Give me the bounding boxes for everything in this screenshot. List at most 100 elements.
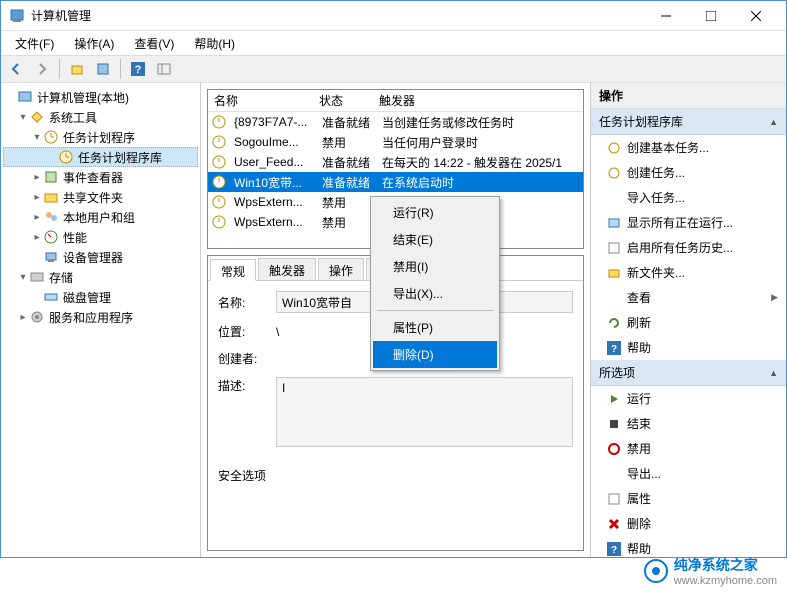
- toolbar-separator: [120, 59, 121, 79]
- view-icon: [607, 291, 621, 305]
- close-button[interactable]: [733, 2, 778, 30]
- action-show-running[interactable]: 显示所有正在运行...: [591, 210, 786, 235]
- menu-help[interactable]: 帮助(H): [186, 32, 243, 55]
- tree-root[interactable]: 计算机管理(本地): [3, 87, 198, 107]
- task-icon: [607, 141, 621, 155]
- tree-shared-folders[interactable]: ▸共享文件夹: [3, 187, 198, 207]
- navigation-tree[interactable]: 计算机管理(本地) ▾系统工具 ▾任务计划程序 任务计划程序库 ▸事件查看器 ▸…: [1, 83, 201, 557]
- clock-icon: [212, 195, 226, 209]
- actions-section-library[interactable]: 任务计划程序库▲: [591, 109, 786, 135]
- collapse-icon[interactable]: ▲: [769, 117, 778, 127]
- col-header-status[interactable]: 状态: [313, 90, 373, 111]
- action-create[interactable]: 创建任务...: [591, 160, 786, 185]
- svg-text:?: ?: [611, 344, 617, 355]
- action-disable[interactable]: 禁用: [591, 436, 786, 461]
- col-header-name[interactable]: 名称: [208, 90, 313, 111]
- tab-general[interactable]: 常规: [210, 259, 256, 281]
- chevron-right-icon: ▶: [771, 292, 778, 303]
- action-import[interactable]: 导入任务...: [591, 185, 786, 210]
- action-properties[interactable]: 属性: [591, 486, 786, 511]
- action-refresh[interactable]: 刷新: [591, 310, 786, 335]
- tree-device-manager[interactable]: 设备管理器: [3, 247, 198, 267]
- menu-view[interactable]: 查看(V): [126, 32, 182, 55]
- svg-text:?: ?: [135, 64, 142, 76]
- up-button[interactable]: [66, 58, 88, 80]
- play-icon: [607, 392, 621, 406]
- refresh-icon: [607, 316, 621, 330]
- action-create-basic[interactable]: 创建基本任务...: [591, 135, 786, 160]
- tree-task-scheduler[interactable]: ▾任务计划程序: [3, 127, 198, 147]
- tree-disk-management[interactable]: 磁盘管理: [3, 287, 198, 307]
- col-header-trigger[interactable]: 触发器: [373, 90, 583, 111]
- help-icon: ?: [607, 542, 621, 556]
- task-row[interactable]: {8973F7A7-...准备就绪当创建任务或修改任务时: [208, 112, 583, 132]
- action-help2[interactable]: ?帮助: [591, 536, 786, 557]
- export-icon: [607, 467, 621, 481]
- ctx-delete[interactable]: 删除(D): [373, 341, 497, 368]
- folder-icon: [607, 266, 621, 280]
- pane-button[interactable]: [153, 58, 175, 80]
- label-location: 位置:: [218, 323, 268, 340]
- clock-icon: [212, 155, 226, 169]
- menu-file[interactable]: 文件(F): [7, 32, 62, 55]
- tree-system-tools[interactable]: ▾系统工具: [3, 107, 198, 127]
- ctx-properties[interactable]: 属性(P): [373, 314, 497, 341]
- action-help[interactable]: ?帮助: [591, 335, 786, 360]
- action-enable-history[interactable]: 启用所有任务历史...: [591, 235, 786, 260]
- import-icon: [607, 191, 621, 205]
- clock-icon: [212, 175, 226, 189]
- tree-services-apps[interactable]: ▸服务和应用程序: [3, 307, 198, 327]
- menu-action[interactable]: 操作(A): [66, 32, 122, 55]
- ctx-run[interactable]: 运行(R): [373, 199, 497, 226]
- context-menu: 运行(R) 结束(E) 禁用(I) 导出(X)... 属性(P) 删除(D): [370, 196, 500, 371]
- label-name: 名称:: [218, 294, 268, 311]
- task-row-selected[interactable]: Win10宽带...准备就绪在系统启动时: [208, 172, 583, 192]
- ctx-separator: [377, 310, 493, 311]
- action-export[interactable]: 导出...: [591, 461, 786, 486]
- tree-scheduler-library[interactable]: 任务计划程序库: [3, 147, 198, 167]
- task-row[interactable]: SogouIme...禁用当任何用户登录时: [208, 132, 583, 152]
- toolbar-separator: [59, 59, 60, 79]
- nav-back-button[interactable]: [5, 58, 27, 80]
- help-button[interactable]: ?: [127, 58, 149, 80]
- ctx-disable[interactable]: 禁用(I): [373, 253, 497, 280]
- task-row[interactable]: User_Feed...准备就绪在每天的 14:22 - 触发器在 2025/1: [208, 152, 583, 172]
- ctx-end[interactable]: 结束(E): [373, 226, 497, 253]
- tree-storage[interactable]: ▾存储: [3, 267, 198, 287]
- action-view[interactable]: 查看▶: [591, 285, 786, 310]
- running-icon: [607, 216, 621, 230]
- tree-performance[interactable]: ▸性能: [3, 227, 198, 247]
- nav-forward-button[interactable]: [31, 58, 53, 80]
- tab-actions[interactable]: 操作: [318, 258, 364, 280]
- svg-text:?: ?: [611, 545, 617, 556]
- tab-triggers[interactable]: 触发器: [258, 258, 316, 280]
- action-run[interactable]: 运行: [591, 386, 786, 411]
- disable-icon: [607, 442, 621, 456]
- actions-section-selected[interactable]: 所选项▲: [591, 360, 786, 386]
- task-description-input[interactable]: I: [276, 377, 573, 447]
- clock-icon: [212, 115, 226, 129]
- delete-icon: [607, 517, 621, 531]
- collapse-icon[interactable]: ▲: [769, 368, 778, 378]
- minimize-button[interactable]: [643, 2, 688, 30]
- maximize-button[interactable]: [688, 2, 733, 30]
- watermark: 纯净系统之家 www.kzmyhome.com: [644, 555, 777, 587]
- action-new-folder[interactable]: 新文件夹...: [591, 260, 786, 285]
- task-icon: [607, 166, 621, 180]
- clock-icon: [212, 215, 226, 229]
- help-icon: ?: [607, 341, 621, 355]
- action-delete[interactable]: 删除: [591, 511, 786, 536]
- ctx-export[interactable]: 导出(X)...: [373, 280, 497, 307]
- label-description: 描述:: [218, 377, 268, 394]
- tree-local-users[interactable]: ▸本地用户和组: [3, 207, 198, 227]
- brand-icon: [644, 559, 668, 583]
- history-icon: [607, 241, 621, 255]
- action-end[interactable]: 结束: [591, 411, 786, 436]
- clock-icon: [212, 135, 226, 149]
- tree-event-viewer[interactable]: ▸事件查看器: [3, 167, 198, 187]
- properties-button[interactable]: [92, 58, 114, 80]
- security-options-label: 安全选项: [218, 467, 573, 484]
- task-location-value: \: [276, 325, 279, 339]
- app-icon: [9, 8, 25, 24]
- actions-pane: 操作 任务计划程序库▲ 创建基本任务... 创建任务... 导入任务... 显示…: [591, 83, 786, 557]
